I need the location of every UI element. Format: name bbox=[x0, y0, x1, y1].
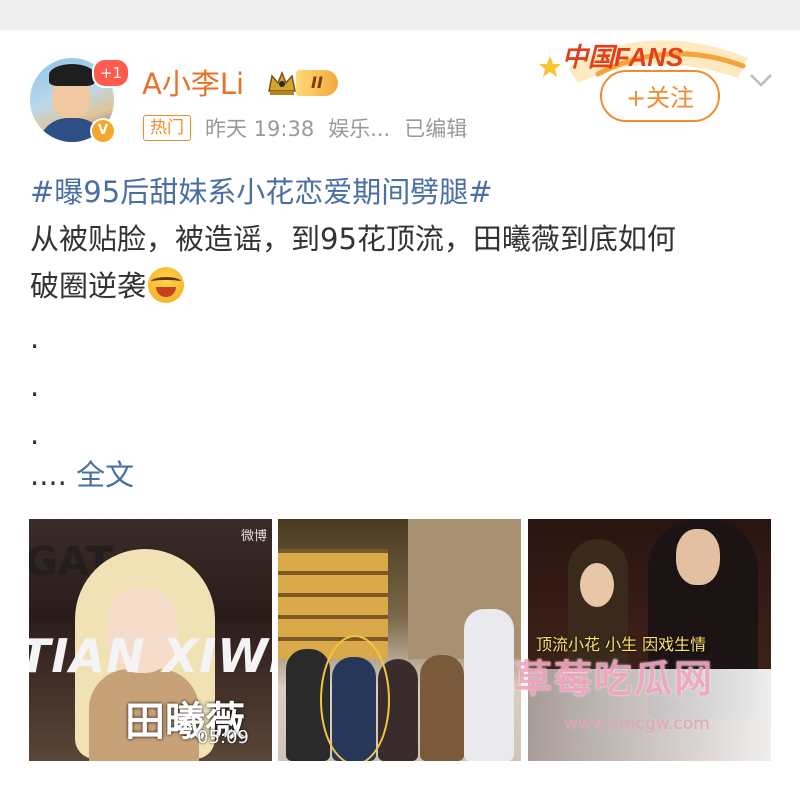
highlight-circle bbox=[320, 635, 390, 761]
crown-icon bbox=[268, 70, 296, 95]
post-image-2[interactable] bbox=[278, 519, 521, 761]
avatar[interactable]: +1 V bbox=[30, 58, 130, 146]
post-text: 破圈逆袭 bbox=[30, 269, 147, 303]
text-dot: . bbox=[30, 369, 40, 403]
full-text-link[interactable]: 全文 bbox=[76, 458, 134, 492]
text-dot: . bbox=[30, 321, 40, 355]
top-separator bbox=[0, 0, 800, 30]
post-source[interactable]: 娱乐... bbox=[328, 113, 390, 143]
follow-button[interactable]: +关注 bbox=[600, 70, 720, 122]
image-watermark: 微博 bbox=[241, 529, 268, 544]
notification-badge: +1 bbox=[92, 58, 130, 88]
laughing-crying-emoji-icon bbox=[148, 267, 185, 303]
hot-tag: 热门 bbox=[143, 115, 191, 141]
post-text-line-2: 破圈逆袭 bbox=[30, 266, 185, 306]
edited-label[interactable]: 已编辑 bbox=[404, 113, 467, 143]
full-text-row: .... 全文 bbox=[30, 455, 134, 495]
site-watermark-title: 草莓吃瓜网 bbox=[514, 657, 715, 701]
video-duration: 05:09 bbox=[197, 727, 249, 748]
post-time: 昨天 19:38 bbox=[205, 117, 315, 141]
ellipsis: .... bbox=[30, 458, 67, 492]
verified-icon: V bbox=[90, 118, 116, 144]
topic-hashtag-link[interactable]: #曝95后甜妹系小花恋爱期间劈腿# bbox=[30, 172, 493, 212]
level-badge: II bbox=[296, 70, 338, 96]
text-dot: . bbox=[30, 417, 40, 451]
post-text-line: 从被贴脸，被造谣，到95花顶流，田曦薇到底如何 bbox=[30, 222, 676, 256]
site-watermark-url: www.cmcgw.com bbox=[564, 714, 710, 734]
fans-banner-text: 中国FANS bbox=[562, 42, 684, 72]
post-image-1[interactable]: GAT TIAN XIWE 田曦薇 05:09 微博 bbox=[29, 519, 272, 761]
username[interactable]: A小李Li bbox=[142, 66, 244, 102]
image-bg-text-2: TIAN XIWE bbox=[29, 629, 272, 683]
post-meta: 热门 昨天 19:38 娱乐... 已编辑 bbox=[143, 112, 467, 144]
chevron-down-icon[interactable] bbox=[748, 70, 774, 90]
